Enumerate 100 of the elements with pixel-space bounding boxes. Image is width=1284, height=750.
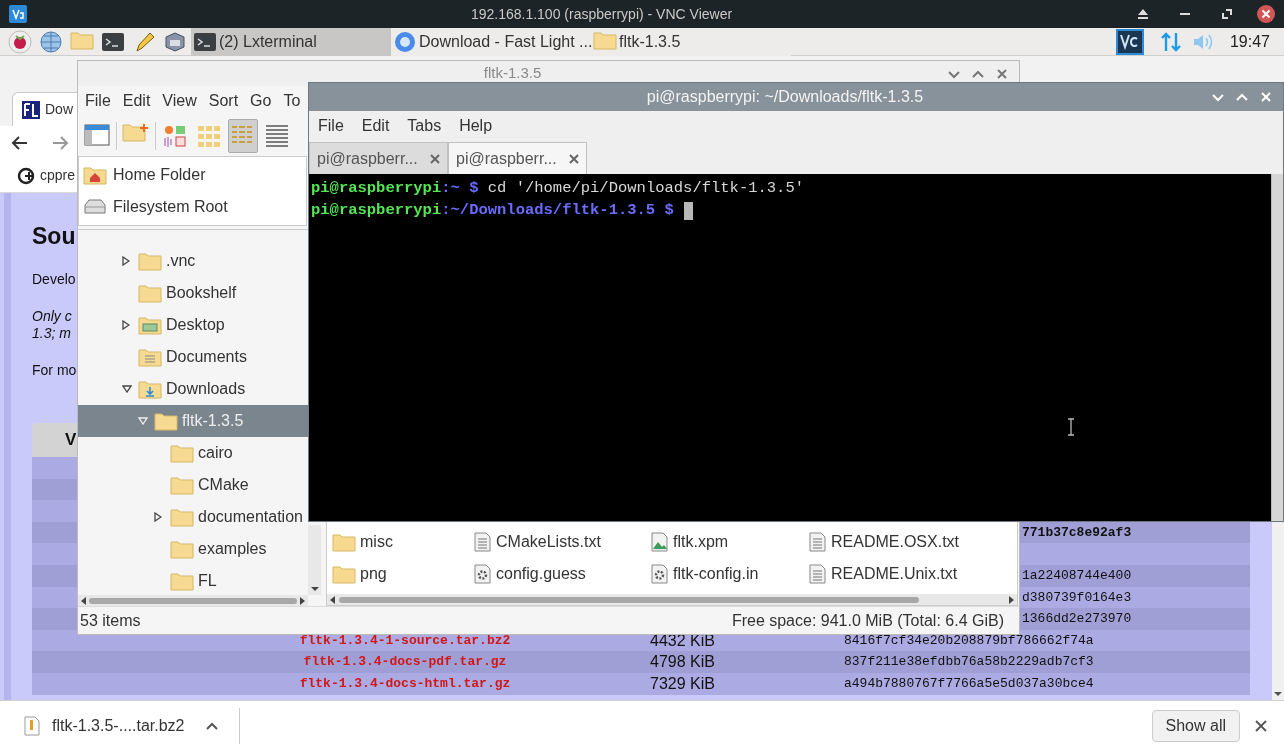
scroll-left-icon[interactable] xyxy=(329,595,335,604)
status-text: Free space: 941.0 MiB (Total: 6.4 GiB) xyxy=(731,610,1004,631)
caret-icon[interactable] xyxy=(204,720,219,731)
bookmark-link[interactable]: cppre xyxy=(16,165,76,186)
menu-item[interactable]: Help xyxy=(459,114,493,138)
menu-item[interactable]: File xyxy=(85,89,111,113)
eject-icon[interactable] xyxy=(1136,7,1150,21)
text-file-icon xyxy=(807,532,827,552)
settings-file-icon xyxy=(472,564,492,584)
folder-icon xyxy=(170,539,194,559)
home-folder-icon xyxy=(83,165,107,185)
listing-entry[interactable]: README.Unix.txt xyxy=(807,558,997,590)
close-icon[interactable] xyxy=(1254,718,1268,733)
tree-item[interactable]: CMake xyxy=(78,469,308,501)
folder-icon xyxy=(170,443,194,463)
table-cell-text: 8416f7cf34e20b208879bf786662f74a xyxy=(844,631,1094,650)
desktop-folder-icon xyxy=(138,315,162,335)
place-item[interactable]: Filesystem Root xyxy=(79,191,306,223)
status-text: 53 items xyxy=(80,610,141,631)
tree-item[interactable]: examples xyxy=(78,533,308,565)
restore-icon[interactable] xyxy=(1220,7,1234,21)
table-cell-text: 771b37c8e92af3 xyxy=(1022,523,1132,542)
collapsed-arrow-icon[interactable] xyxy=(154,512,162,522)
scroll-down-icon[interactable] xyxy=(310,585,319,593)
tree-item[interactable]: Desktop xyxy=(78,309,308,341)
tree-item[interactable]: .vnc xyxy=(78,245,308,277)
download-item[interactable]: fltk-1.3.5-....tar.bz2 xyxy=(52,713,185,738)
menu-item[interactable]: To xyxy=(283,89,301,113)
scrollbar[interactable] xyxy=(78,595,308,606)
menu-item[interactable]: File xyxy=(318,114,344,138)
listing-entry[interactable]: fltk-config.in xyxy=(649,558,807,590)
folder-icon xyxy=(154,411,178,431)
table-cell-text: 837f211e38efdbb76a58b2229adb7cf3 xyxy=(844,653,1094,672)
tree-item[interactable]: Bookshelf xyxy=(78,277,308,309)
close-icon[interactable] xyxy=(1256,4,1276,24)
menu-item[interactable]: View xyxy=(162,89,197,113)
scrollbar[interactable] xyxy=(327,594,1017,605)
scroll-right-icon[interactable] xyxy=(300,596,306,605)
scrollbar[interactable] xyxy=(1272,522,1284,700)
page-heading: Sou xyxy=(32,222,76,251)
collapsed-arrow-icon[interactable] xyxy=(122,256,130,266)
taskbar-button[interactable]: (2) Lxterminal xyxy=(191,27,391,56)
place-item[interactable]: Home Folder xyxy=(79,159,306,191)
table-cell-text: 4798 KiB xyxy=(650,652,716,673)
window-title: pi@raspberrypi: ~/Downloads/fltk-1.3.5 xyxy=(645,87,925,107)
expanded-arrow-icon[interactable] xyxy=(122,385,132,393)
table-cell-text: d380739f0164e3 xyxy=(1022,588,1132,607)
listing-entry[interactable]: misc xyxy=(332,526,472,558)
drive-icon xyxy=(83,197,107,217)
folder-icon xyxy=(138,283,162,303)
listing-entry[interactable]: CMakeLists.txt xyxy=(472,526,649,558)
tree-item[interactable]: Documents xyxy=(78,341,308,373)
scroll-left-icon[interactable] xyxy=(80,596,86,605)
scroll-right-icon[interactable] xyxy=(1009,595,1015,604)
tree-item[interactable]: Downloads xyxy=(78,373,308,405)
globe-icon[interactable] xyxy=(39,29,63,54)
table-cell-text: 1a22408744e400 xyxy=(1022,567,1132,585)
tree-item[interactable]: FL xyxy=(78,565,308,595)
browser-tab[interactable]: Dow xyxy=(12,92,77,126)
show-all-button[interactable]: Show all xyxy=(1151,709,1240,742)
raspberry-icon[interactable] xyxy=(8,29,32,54)
scroll-down-icon[interactable] xyxy=(1274,690,1282,698)
listing-entry[interactable]: png xyxy=(332,558,472,590)
terminal-line: pi@raspberrypi:~ $ cd '/home/pi/Downloads/fltk-1.3.5' xyxy=(311,178,805,200)
compact-view-icon xyxy=(263,122,291,150)
menu-item[interactable]: Sort xyxy=(208,89,239,113)
menu-item[interactable]: Edit xyxy=(122,89,151,113)
terminal-tab[interactable]: pi@raspberr... xyxy=(309,142,448,174)
bookmark-logo-icon xyxy=(16,165,36,186)
scrollbar[interactable] xyxy=(1271,174,1283,521)
documents-folder-icon xyxy=(138,347,162,367)
app-logo-icon[interactable] xyxy=(1115,28,1144,55)
window-title: 192.168.1.100 (raspberrypi) - VNC Viewer xyxy=(469,4,734,24)
tree-item[interactable]: cairo xyxy=(78,437,308,469)
listing-entry[interactable]: README.OSX.txt xyxy=(807,526,997,558)
menu-item[interactable]: Edit xyxy=(361,114,390,138)
network-arrows-icon[interactable] xyxy=(1159,30,1182,53)
text-file-icon xyxy=(472,532,492,552)
text-file-icon xyxy=(807,564,827,584)
menu-item[interactable]: Go xyxy=(250,89,272,113)
menu-item[interactable]: Tabs xyxy=(407,114,442,138)
folder-icon xyxy=(170,507,194,527)
paragraph-text: For mo xyxy=(32,362,77,379)
app-logo-icon xyxy=(9,5,27,23)
column-header: V xyxy=(65,429,77,452)
tree-item[interactable]: documentation xyxy=(78,501,308,533)
collapsed-arrow-icon[interactable] xyxy=(122,320,130,330)
file-icon xyxy=(24,715,40,736)
table-cell-text: 1366dd2e273970 xyxy=(1022,610,1132,629)
listing-entry[interactable]: config.guess xyxy=(472,558,649,590)
folder-icon xyxy=(170,571,194,591)
listing-entry[interactable]: fltk.xpm xyxy=(649,526,807,558)
i-beam-cursor-icon xyxy=(1067,418,1075,436)
browser-icon[interactable] xyxy=(393,29,417,54)
image-file-icon xyxy=(649,532,669,552)
terminal-line: pi@raspberrypi:~/Downloads/fltk-1.3.5 $ xyxy=(311,200,1271,222)
folder-icon xyxy=(138,251,162,271)
terminal-tab[interactable]: pi@raspberr... xyxy=(448,142,587,174)
downloads-folder-icon xyxy=(138,379,162,399)
scrollbar[interactable] xyxy=(308,525,321,595)
